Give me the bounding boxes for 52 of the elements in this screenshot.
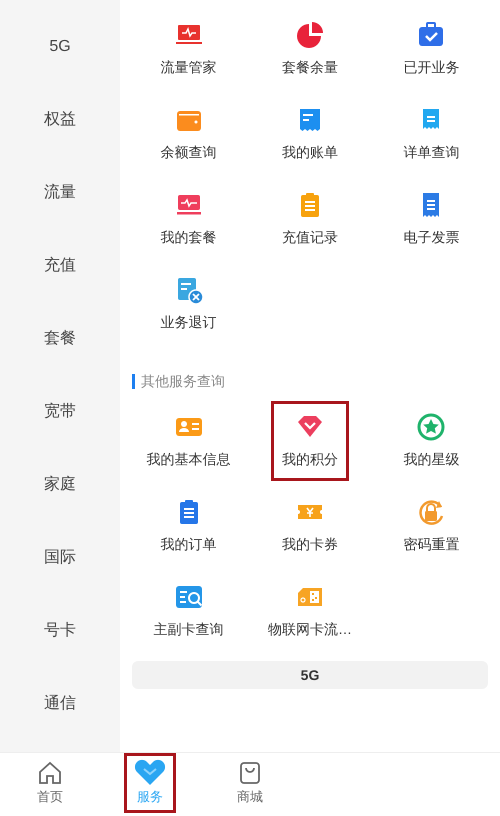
service-label: 密码重置 (403, 535, 460, 554)
service-item[interactable]: 套餐余量 (270, 8, 349, 88)
service-label: 流量管家 (160, 58, 217, 77)
category-item[interactable]: 通信 (44, 692, 76, 716)
nav-tab[interactable]: 商城 (224, 753, 276, 813)
service-label: 我的账单 (282, 143, 338, 162)
service-item[interactable]: 充值记录 (270, 178, 349, 258)
service-label: 我的套餐 (160, 228, 217, 247)
service-label: 电子发票 (403, 228, 460, 247)
service-label: 我的基本信息 (146, 450, 231, 469)
category-item[interactable]: 号卡 (44, 618, 76, 642)
service-label: 我的卡券 (282, 535, 338, 554)
service-label: 我的订单 (160, 535, 217, 554)
service-item[interactable]: 余额查询 (150, 94, 228, 174)
category-item[interactable]: 国际 (44, 546, 76, 570)
service-item[interactable]: 主副卡查询 (142, 570, 235, 650)
service-label: 我的星级 (403, 450, 460, 469)
service-item[interactable]: 我的订单 (150, 486, 228, 566)
5g-banner[interactable]: 5G (132, 661, 488, 689)
service-item[interactable]: 我的账单 (270, 94, 349, 174)
service-item[interactable]: 物联网卡流… (256, 570, 363, 650)
service-label: 我的积分 (282, 450, 338, 469)
service-item[interactable]: 密码重置 (392, 486, 470, 566)
service-label: 主副卡查询 (154, 620, 224, 639)
service-label: 物联网卡流… (268, 620, 352, 639)
category-item[interactable]: 流量 (44, 180, 76, 204)
service-item[interactable]: 我的积分 (270, 400, 349, 480)
service-item[interactable]: 详单查询 (392, 94, 470, 174)
service-item[interactable]: 我的星级 (392, 400, 470, 480)
service-item[interactable]: 业务退订 (150, 264, 228, 344)
category-item[interactable]: 权益 (44, 108, 76, 132)
category-item[interactable]: 5G (49, 34, 71, 58)
service-label: 详单查询 (403, 143, 460, 162)
nav-tab[interactable]: 首页 (24, 753, 76, 813)
category-item[interactable]: 家庭 (44, 472, 76, 496)
service-label: 已开业务 (403, 58, 460, 77)
star-badge-icon (415, 411, 448, 443)
service-label: 充值记录 (282, 228, 338, 247)
service-label: 业务退订 (160, 313, 217, 332)
service-item[interactable]: 我的基本信息 (136, 400, 242, 480)
category-item[interactable]: 套餐 (44, 326, 76, 350)
section-title: 其他服务查询 (141, 372, 225, 390)
category-item[interactable]: 宽带 (44, 400, 76, 424)
service-item[interactable]: 已开业务 (392, 8, 470, 88)
service-item[interactable]: 我的卡券 (270, 486, 349, 566)
service-item[interactable]: 流量管家 (150, 8, 228, 88)
heart-icon (134, 759, 166, 788)
service-item[interactable]: 电子发票 (392, 178, 470, 258)
category-item[interactable]: 充值 (44, 254, 76, 278)
service-label: 余额查询 (160, 143, 217, 162)
service-label: 套餐余量 (282, 58, 338, 77)
service-item[interactable]: 我的套餐 (150, 178, 228, 258)
